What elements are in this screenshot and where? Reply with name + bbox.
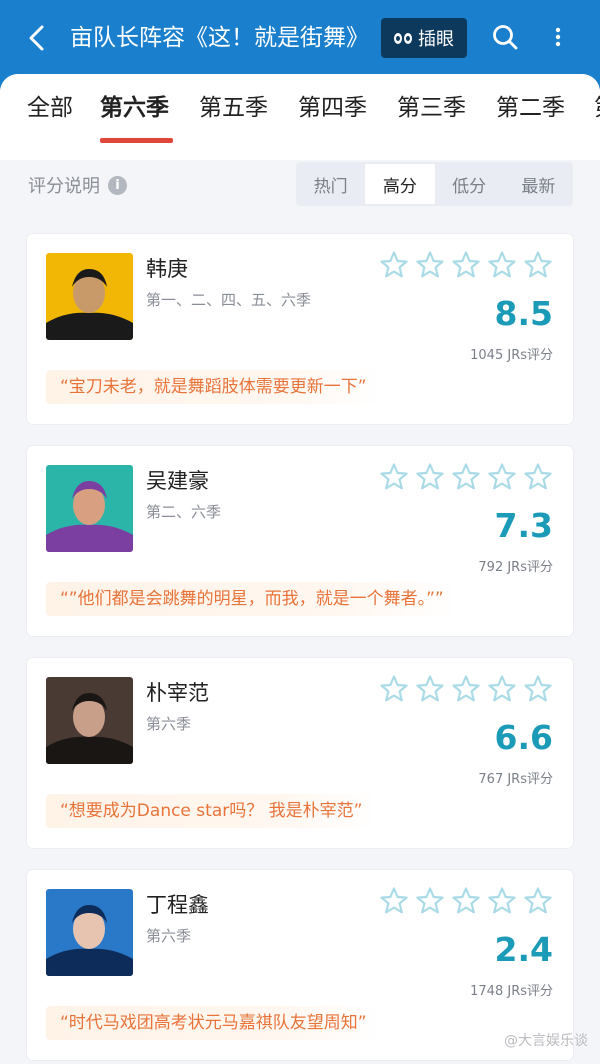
- star-icon[interactable]: [379, 462, 409, 492]
- average-score: 7.3: [494, 506, 553, 545]
- tab-season-4[interactable]: 第四季: [298, 90, 367, 126]
- member-name: 丁程鑫: [146, 893, 209, 917]
- avatar[interactable]: [46, 465, 133, 552]
- insert-bookmark-label: 插眼: [418, 29, 454, 50]
- top-comment[interactable]: “时代马戏团高考状元马嘉祺队友望周知”: [46, 1006, 381, 1040]
- star-rating-input[interactable]: [379, 462, 553, 492]
- member-name: 韩庚: [146, 257, 188, 281]
- watermark: @大言娱乐谈: [504, 1033, 588, 1049]
- active-tab-indicator: [100, 138, 173, 143]
- star-rating-input[interactable]: [379, 250, 553, 280]
- star-rating-input[interactable]: [379, 674, 553, 704]
- star-icon[interactable]: [451, 250, 481, 280]
- rating-explanation[interactable]: 评分说明 i: [28, 170, 127, 200]
- star-icon[interactable]: [451, 462, 481, 492]
- star-icon[interactable]: [415, 250, 445, 280]
- tab-season-5[interactable]: 第五季: [199, 90, 268, 126]
- search-icon[interactable]: [490, 22, 520, 52]
- avatar[interactable]: [46, 253, 133, 340]
- insert-bookmark-button[interactable]: 插眼: [381, 18, 467, 58]
- star-icon[interactable]: [523, 462, 553, 492]
- vote-count: 792 JRs评分: [478, 560, 553, 575]
- top-comment[interactable]: “宝刀未老，就是舞蹈肢体需要更新一下”: [46, 370, 381, 404]
- member-name: 吴建豪: [146, 469, 209, 493]
- member-seasons: 第二、六季: [146, 503, 222, 521]
- member-seasons: 第一、二、四、五、六季: [146, 291, 312, 309]
- star-icon[interactable]: [451, 886, 481, 916]
- more-options-icon[interactable]: [546, 22, 570, 52]
- member-card[interactable]: 朴宰范第六季 6.6 767 JRs评分 “想要成为Dance star吗？ 我是朴宰…: [27, 658, 573, 848]
- eyes-icon: [394, 32, 412, 44]
- star-icon[interactable]: [415, 886, 445, 916]
- star-icon[interactable]: [415, 462, 445, 492]
- info-icon: i: [108, 175, 127, 195]
- member-card[interactable]: 吴建豪第二、六季 7.3 792 JRs评分 “”他们都是会跳舞的明星，而我，就是一个…: [27, 446, 573, 636]
- avatar[interactable]: [46, 677, 133, 764]
- rating-explanation-label: 评分说明: [28, 176, 100, 197]
- top-comment[interactable]: “”他们都是会跳舞的明星，而我，就是一个舞者。””: [46, 582, 458, 616]
- star-icon[interactable]: [451, 674, 481, 704]
- vote-count: 767 JRs评分: [478, 772, 553, 787]
- member-seasons: 第六季: [146, 715, 192, 733]
- average-score: 6.6: [494, 718, 553, 757]
- member-card[interactable]: 韩庚第一、二、四、五、六季 8.5 1045 JRs评分 “宝刀未老，就是舞蹈肢体需要…: [27, 234, 573, 424]
- tab-season-3[interactable]: 第三季: [397, 90, 466, 126]
- star-icon[interactable]: [523, 886, 553, 916]
- member-seasons: 第六季: [146, 927, 192, 945]
- top-comment[interactable]: “想要成为Dance star吗？ 我是朴宰范”: [46, 794, 377, 828]
- star-icon[interactable]: [523, 674, 553, 704]
- tab-season-6[interactable]: 第六季: [100, 90, 169, 126]
- star-icon[interactable]: [379, 886, 409, 916]
- sort-latest[interactable]: 最新: [504, 162, 573, 206]
- member-card[interactable]: 丁程鑫第六季 2.4 1748 JRs评分 “时代马戏团高考状元马嘉祺队友望周知”: [27, 870, 573, 1060]
- star-rating-input[interactable]: [379, 886, 553, 916]
- page-title: 亩队长阵容《这！就是街舞》: [70, 25, 360, 51]
- member-name: 朴宰范: [146, 681, 209, 705]
- star-icon[interactable]: [487, 886, 517, 916]
- sort-hot[interactable]: 热门: [296, 162, 365, 206]
- average-score: 8.5: [494, 294, 553, 333]
- sort-segmented-control: 热门 高分 低分 最新: [296, 162, 573, 206]
- average-score: 2.4: [494, 930, 553, 969]
- season-tabs: 全部 第六季 第五季 第四季 第三季 第二季 第: [0, 74, 600, 160]
- tab-all[interactable]: 全部: [27, 90, 73, 126]
- star-icon[interactable]: [415, 674, 445, 704]
- sort-high-score[interactable]: 高分: [365, 164, 435, 204]
- back-arrow-icon[interactable]: [22, 22, 50, 54]
- star-icon[interactable]: [523, 250, 553, 280]
- star-icon[interactable]: [487, 250, 517, 280]
- star-icon[interactable]: [379, 674, 409, 704]
- tab-season-2[interactable]: 第二季: [496, 90, 565, 126]
- tab-season-1-partial[interactable]: 第: [594, 90, 600, 126]
- star-icon[interactable]: [487, 674, 517, 704]
- star-icon[interactable]: [487, 462, 517, 492]
- sort-low-score[interactable]: 低分: [435, 162, 504, 206]
- vote-count: 1045 JRs评分: [470, 348, 553, 363]
- star-icon[interactable]: [379, 250, 409, 280]
- avatar[interactable]: [46, 889, 133, 976]
- vote-count: 1748 JRs评分: [470, 984, 553, 999]
